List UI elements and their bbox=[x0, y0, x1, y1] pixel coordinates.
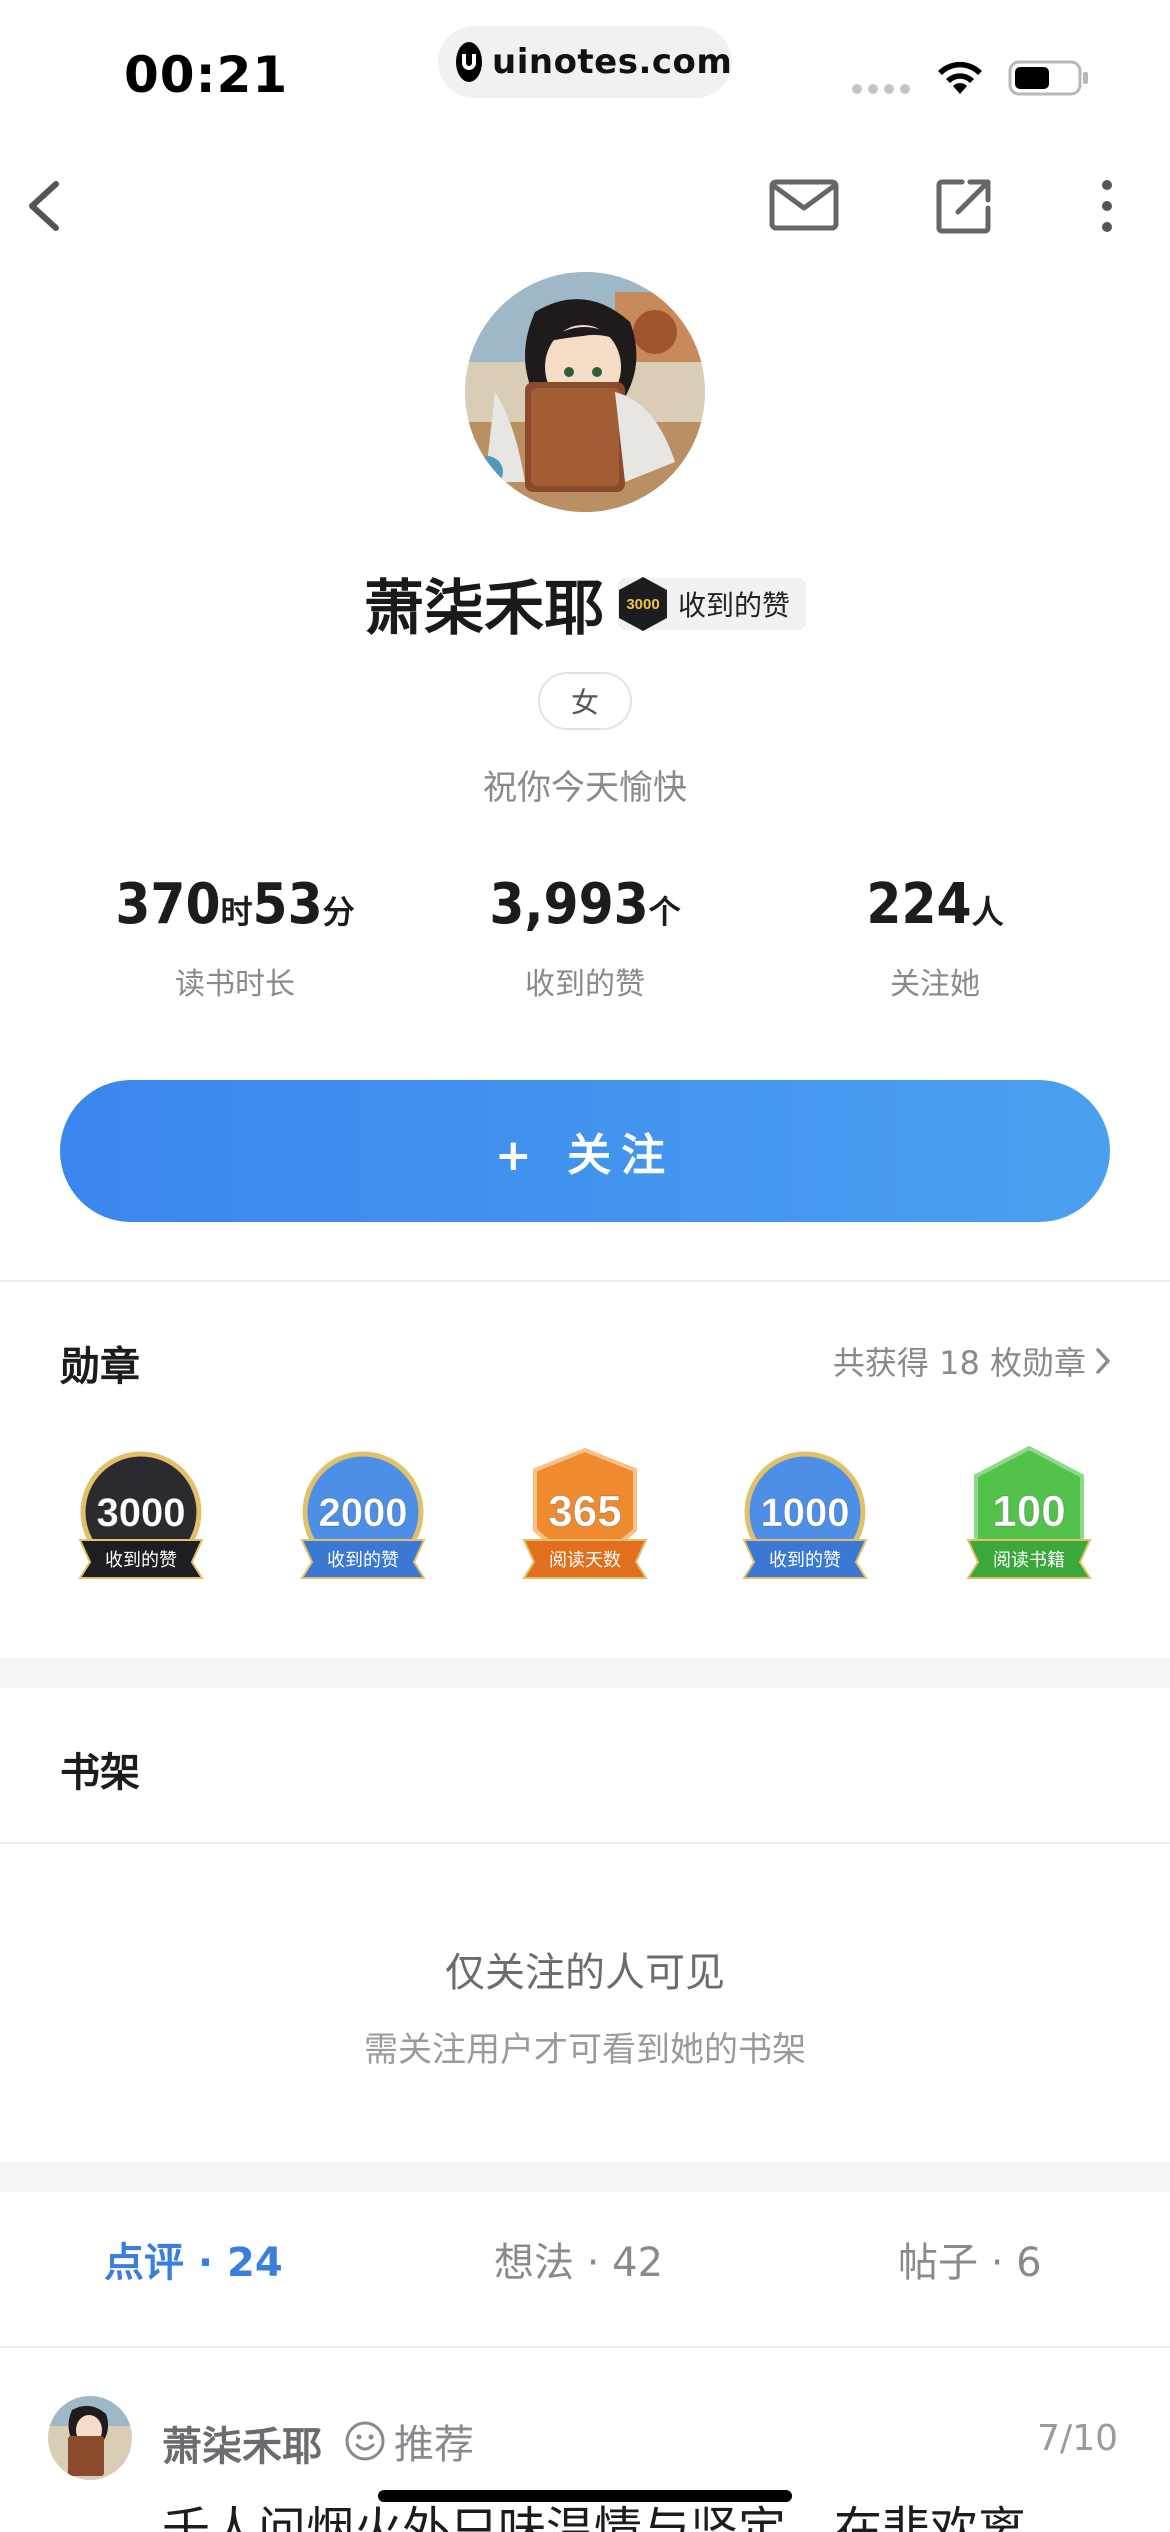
battery-icon bbox=[1008, 60, 1088, 96]
shelf-locked-subtitle: 需关注用户才可看到她的书架 bbox=[364, 2030, 806, 2070]
svg-text:收到的赞: 收到的赞 bbox=[105, 1550, 177, 1571]
shelf-locked-title: 仅关注的人可见 bbox=[445, 1950, 725, 1996]
svg-text:365: 365 bbox=[548, 1487, 621, 1536]
tab-reviews[interactable]: 点评 · 24 bbox=[104, 2230, 283, 2288]
divider bbox=[0, 1842, 1170, 1844]
svg-text:100: 100 bbox=[992, 1487, 1065, 1536]
shelf-section-title: 书架 bbox=[60, 1750, 140, 1796]
svg-text:收到的赞: 收到的赞 bbox=[327, 1550, 399, 1571]
review-score: 7/10 bbox=[1037, 2418, 1118, 2459]
stat-caption: 关注她 bbox=[890, 967, 980, 1002]
stat-caption: 收到的赞 bbox=[525, 967, 645, 1002]
medal-badge[interactable]: 3000 收到的赞 bbox=[66, 1440, 216, 1590]
status-time: 00:21 bbox=[124, 46, 289, 104]
medals-section-title: 勋章 bbox=[60, 1344, 140, 1390]
profile-avatar[interactable] bbox=[465, 272, 705, 512]
stat-unit: 个 bbox=[648, 893, 681, 931]
stat-value: 370 bbox=[115, 872, 221, 937]
medal-badge[interactable]: 1000 收到的赞 bbox=[730, 1440, 880, 1590]
status-bar: 00:21 uinotes.com bbox=[0, 0, 1170, 140]
url-text: uinotes.com bbox=[492, 42, 733, 82]
chevron-right-icon bbox=[1096, 1348, 1110, 1374]
review-user-name[interactable]: 萧柒禾耶 bbox=[162, 2414, 322, 2472]
stat-unit: 人 bbox=[971, 893, 1004, 931]
svg-text:1000: 1000 bbox=[761, 1491, 850, 1535]
svg-text:3000: 3000 bbox=[626, 596, 659, 613]
medal-badge[interactable]: 365 阅读天数 bbox=[510, 1440, 660, 1590]
section-gap bbox=[0, 1658, 1170, 1688]
share-icon[interactable] bbox=[934, 176, 994, 236]
svg-text:阅读天数: 阅读天数 bbox=[549, 1550, 621, 1571]
shelf-locked-notice: 仅关注的人可见 需关注用户才可看到她的书架 bbox=[0, 1940, 1170, 2071]
stat-caption: 读书时长 bbox=[175, 967, 295, 1002]
svg-text:2000: 2000 bbox=[319, 1491, 408, 1535]
medals-count-text: 共获得 18 枚勋章 bbox=[832, 1344, 1086, 1382]
likes-badge-label: 收到的赞 bbox=[677, 588, 790, 622]
likes-badge[interactable]: 3000 收到的赞 bbox=[617, 576, 806, 631]
svg-text:3000: 3000 bbox=[97, 1491, 186, 1535]
stat-unit: 时 bbox=[220, 893, 253, 931]
url-pill[interactable]: uinotes.com bbox=[438, 26, 732, 98]
section-gap bbox=[0, 2162, 1170, 2192]
stat-value: 224 bbox=[866, 872, 972, 937]
stat-value: 53 bbox=[252, 872, 323, 937]
content-tabs: 点评 · 24 想法 · 42 帖子 · 6 bbox=[0, 2230, 1170, 2314]
stat-likes: 3,993个 收到的赞 bbox=[405, 872, 765, 1003]
profile-name-row: 萧柒禾耶 3000 收到的赞 bbox=[0, 560, 1170, 647]
profile-bio: 祝你今天愉快 bbox=[483, 768, 687, 808]
divider bbox=[0, 2346, 1170, 2348]
follow-button[interactable]: + 关注 bbox=[60, 1080, 1110, 1222]
tab-posts[interactable]: 帖子 · 6 bbox=[898, 2230, 1042, 2288]
stats-row: 370时53分 读书时长 3,993个 收到的赞 224人 关注她 bbox=[0, 872, 1170, 1012]
divider bbox=[0, 1280, 1170, 1282]
cellular-signal-icon bbox=[852, 84, 910, 94]
site-logo-icon bbox=[456, 42, 482, 82]
medals-count-link[interactable]: 共获得 18 枚勋章 bbox=[833, 1338, 1112, 1384]
recommend-label: 推荐 bbox=[394, 2422, 474, 2468]
review-avatar[interactable] bbox=[48, 2396, 132, 2480]
tab-thoughts[interactable]: 想法 · 42 bbox=[494, 2230, 663, 2288]
profile-name: 萧柒禾耶 bbox=[363, 574, 604, 644]
stat-followers[interactable]: 224人 关注她 bbox=[755, 872, 1115, 1003]
medal-badge[interactable]: 2000 收到的赞 bbox=[288, 1440, 438, 1590]
mail-icon[interactable] bbox=[768, 178, 840, 234]
wifi-icon bbox=[938, 61, 982, 94]
medal-badge[interactable]: 100 阅读书籍 bbox=[954, 1440, 1104, 1590]
svg-text:收到的赞: 收到的赞 bbox=[769, 1550, 841, 1571]
home-indicator bbox=[378, 2490, 792, 2502]
svg-text:阅读书籍: 阅读书籍 bbox=[993, 1550, 1065, 1571]
review-recommend: 推荐 bbox=[344, 2412, 474, 2470]
stat-value: 3,993 bbox=[489, 872, 649, 937]
back-icon[interactable] bbox=[18, 176, 78, 236]
hexagon-badge-icon: 3000 bbox=[618, 576, 667, 631]
smile-icon bbox=[345, 2421, 385, 2461]
more-vertical-icon[interactable] bbox=[1090, 176, 1124, 236]
stat-unit: 分 bbox=[322, 893, 355, 931]
stat-reading-time: 370时53分 读书时长 bbox=[55, 872, 415, 1003]
gender-tag: 女 bbox=[538, 672, 632, 730]
